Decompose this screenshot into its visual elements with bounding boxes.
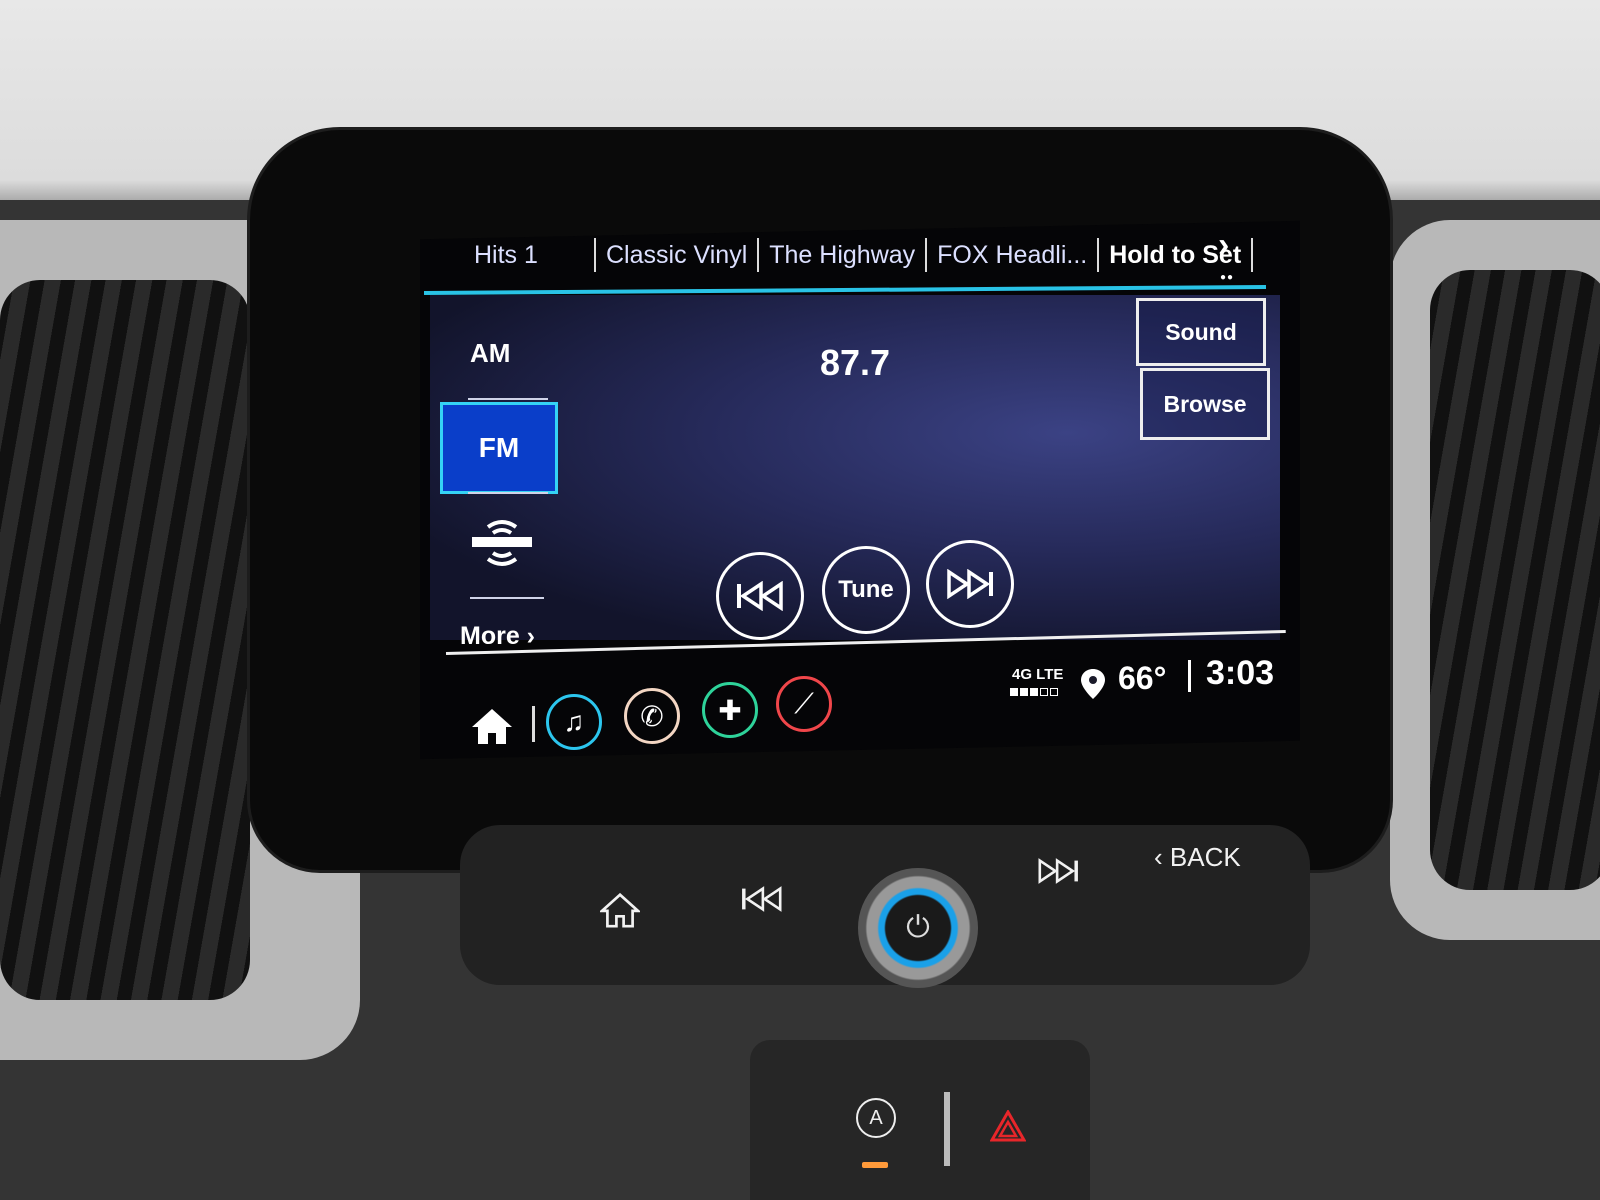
seek-back-icon xyxy=(737,581,783,611)
preset-1[interactable]: Hits 1 xyxy=(470,241,588,270)
seek-forward-button[interactable] xyxy=(926,540,1014,628)
power-volume-knob[interactable]: ⏻ xyxy=(858,868,978,988)
auto-stop-indicator-light xyxy=(862,1162,888,1168)
preset-separator xyxy=(925,238,928,272)
hardware-next-button[interactable] xyxy=(1036,858,1080,889)
app-climate[interactable]: ⟋ xyxy=(776,676,832,732)
list-divider xyxy=(468,492,548,494)
seek-forward-icon xyxy=(947,569,993,599)
seek-back-icon xyxy=(742,886,782,912)
preset-bar: Hits 1 Classic Vinyl The Highway FOX Hea… xyxy=(470,238,1259,272)
preset-3[interactable]: The Highway xyxy=(765,241,919,270)
hardware-back-button[interactable]: ‹ BACK xyxy=(1154,842,1241,873)
power-icon: ⏻ xyxy=(906,911,930,944)
sound-button[interactable]: Sound xyxy=(1136,298,1266,366)
tray-separator xyxy=(532,706,535,742)
frequency-display: 87.7 xyxy=(820,342,891,383)
browse-button[interactable]: Browse xyxy=(1140,368,1270,440)
page-indicator: ●● xyxy=(1220,272,1235,283)
app-phone[interactable]: ✆ xyxy=(624,688,680,744)
network-status: 4G LTE xyxy=(1012,666,1064,683)
home-icon[interactable] xyxy=(470,706,514,751)
status-separator xyxy=(1188,660,1191,692)
signal-strength-bars xyxy=(1010,688,1058,696)
location-pin-icon xyxy=(1080,668,1106,705)
hazard-icon xyxy=(989,1108,1027,1142)
lower-switch-panel xyxy=(750,1040,1090,1200)
band-am[interactable]: AM xyxy=(470,338,510,369)
band-fm-selected[interactable]: FM xyxy=(440,402,558,494)
home-icon xyxy=(598,892,642,928)
list-divider xyxy=(470,597,544,599)
auto-stop-icon: A xyxy=(869,1106,883,1129)
clock: 3:03 xyxy=(1206,654,1275,692)
app-audio[interactable]: ♫ xyxy=(546,694,602,750)
preset-separator xyxy=(594,238,596,272)
seat-icon: ⟋ xyxy=(794,687,814,719)
phone-icon: ✆ xyxy=(640,700,664,732)
preset-separator xyxy=(757,238,760,272)
seek-forward-icon xyxy=(1038,858,1078,884)
seek-back-button[interactable] xyxy=(716,552,804,640)
more-sources-button[interactable]: More › xyxy=(460,622,535,651)
preset-4[interactable]: FOX Headli... xyxy=(933,241,1091,270)
hardware-home-button[interactable] xyxy=(598,892,642,933)
chevron-right-icon[interactable]: › xyxy=(1218,226,1229,265)
outside-temperature: 66° xyxy=(1118,660,1167,696)
preset-separator xyxy=(1097,238,1100,272)
tune-button[interactable]: Tune xyxy=(822,546,910,634)
music-note-icon: ♫ xyxy=(563,706,585,737)
app-navigation[interactable]: ✚ xyxy=(702,682,758,738)
list-divider xyxy=(468,398,548,400)
preset-2[interactable]: Classic Vinyl xyxy=(602,241,751,270)
auto-stop-button[interactable]: A xyxy=(856,1098,896,1138)
hazard-button[interactable] xyxy=(989,1108,1027,1147)
nav-cross-icon: ✚ xyxy=(718,694,742,726)
switch-divider xyxy=(944,1092,950,1166)
preset-separator xyxy=(1251,238,1254,272)
right-air-vent[interactable] xyxy=(1390,220,1600,940)
satellite-radio-icon[interactable] xyxy=(470,515,534,571)
hardware-prev-button[interactable] xyxy=(740,886,784,917)
